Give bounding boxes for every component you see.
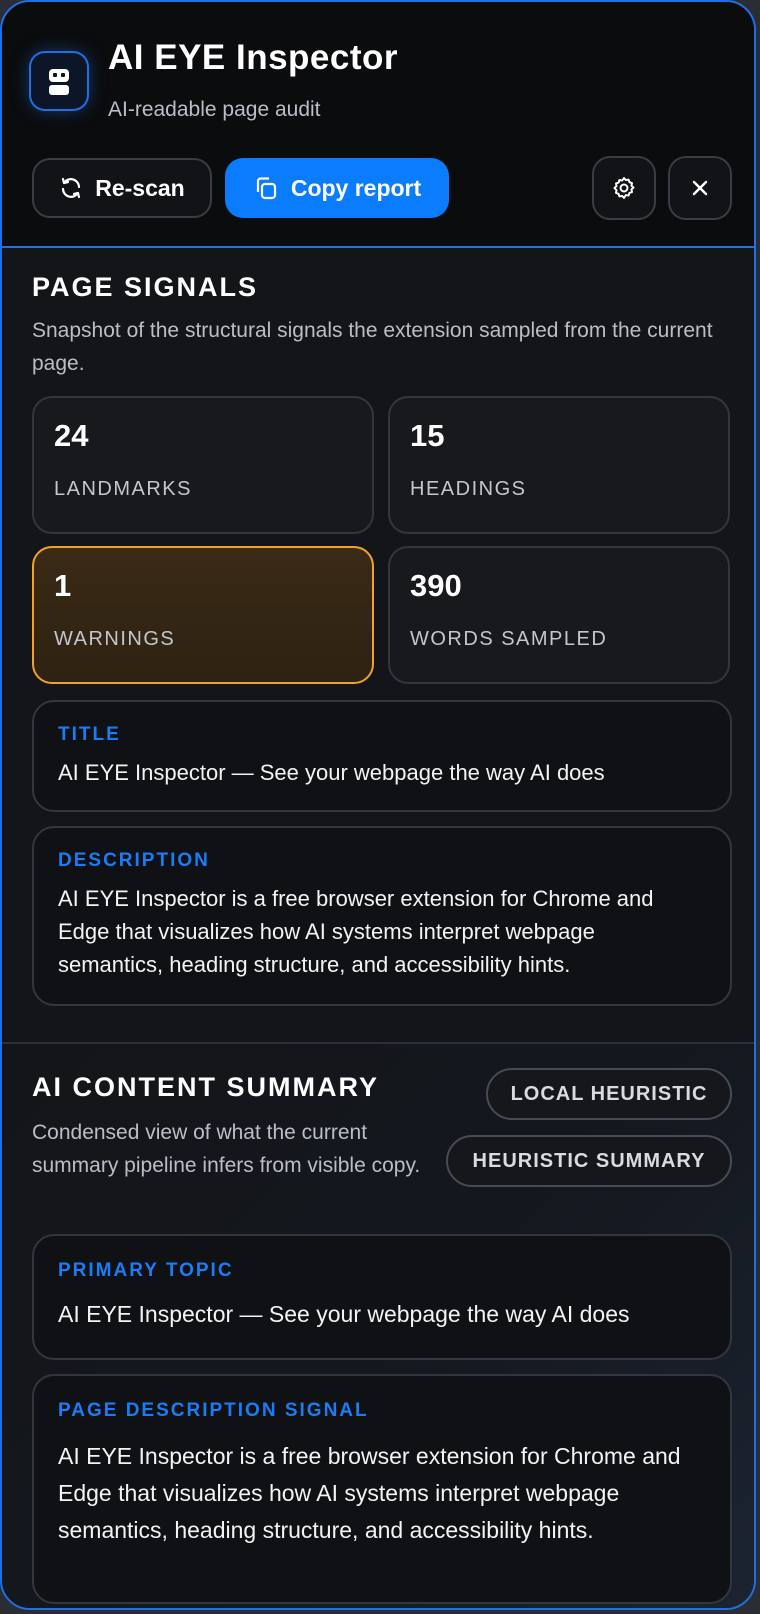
settings-button[interactable] (592, 156, 656, 220)
primary-topic-card: PRIMARY TOPIC AI EYE Inspector — See you… (32, 1234, 732, 1360)
page-description-signal-text: AI EYE Inspector is a free browser exten… (58, 1443, 681, 1543)
summary-title: AI CONTENT SUMMARY (32, 1072, 379, 1102)
stat-value: 390 (410, 568, 462, 603)
page-signals-title: PAGE SIGNALS (32, 272, 259, 302)
badge-local-heuristic: LOCAL HEURISTIC (486, 1068, 732, 1120)
robot-logo-icon (31, 53, 87, 109)
inspector-panel: AI EYE Inspector AI-readable page audit … (0, 0, 756, 1610)
stat-label: LANDMARKS (54, 478, 192, 500)
stat-headings: 15 HEADINGS (388, 396, 730, 534)
primary-topic-tag: PRIMARY TOPIC (58, 1260, 234, 1281)
description-card-tag: DESCRIPTION (58, 850, 210, 871)
stat-words-sampled: 390 WORDS SAMPLED (388, 546, 730, 684)
refresh-icon (59, 176, 83, 200)
stat-label: WARNINGS (54, 628, 176, 650)
panel-header: AI EYE Inspector AI-readable page audit … (2, 2, 754, 248)
page-description-signal-card: PAGE DESCRIPTION SIGNAL AI EYE Inspector… (32, 1374, 732, 1604)
copy-report-label: Copy report (290, 174, 422, 201)
page-signals-section: PAGE SIGNALS Snapshot of the structural … (2, 248, 754, 1044)
stat-value: 1 (54, 568, 72, 603)
page-signals-description: Snapshot of the structural signals the e… (32, 319, 713, 375)
stat-value: 24 (54, 418, 89, 453)
stat-warnings: 1 WARNINGS (32, 546, 374, 684)
title-card-tag: TITLE (58, 724, 121, 745)
gear-icon (611, 175, 637, 201)
description-card: DESCRIPTION AI EYE Inspector is a free b… (32, 826, 732, 1006)
primary-topic-text: AI EYE Inspector — See your webpage the … (58, 1301, 630, 1327)
close-button[interactable] (668, 156, 732, 220)
stat-landmarks: 24 LANDMARKS (32, 396, 374, 534)
close-icon (689, 177, 711, 199)
summary-description: Condensed view of what the current summa… (32, 1121, 421, 1177)
rescan-label: Re-scan (95, 174, 185, 201)
app-subtitle: AI-readable page audit (108, 98, 321, 121)
rescan-button[interactable]: Re-scan (32, 158, 212, 218)
stat-label: WORDS SAMPLED (410, 628, 608, 650)
title-card: TITLE AI EYE Inspector — See your webpag… (32, 700, 732, 812)
description-card-text: AI EYE Inspector is a free browser exten… (58, 886, 654, 977)
copy-icon (253, 175, 279, 201)
stat-value: 15 (410, 418, 445, 453)
title-card-text: AI EYE Inspector — See your webpage the … (58, 760, 605, 785)
page-description-signal-tag: PAGE DESCRIPTION SIGNAL (58, 1400, 369, 1421)
ai-content-summary-section: AI CONTENT SUMMARY Condensed view of wha… (2, 1044, 754, 1608)
badge-heuristic-summary: HEURISTIC SUMMARY (446, 1135, 732, 1187)
app-title: AI EYE Inspector (108, 38, 399, 77)
stat-label: HEADINGS (410, 478, 527, 500)
copy-report-button[interactable]: Copy report (225, 158, 449, 218)
